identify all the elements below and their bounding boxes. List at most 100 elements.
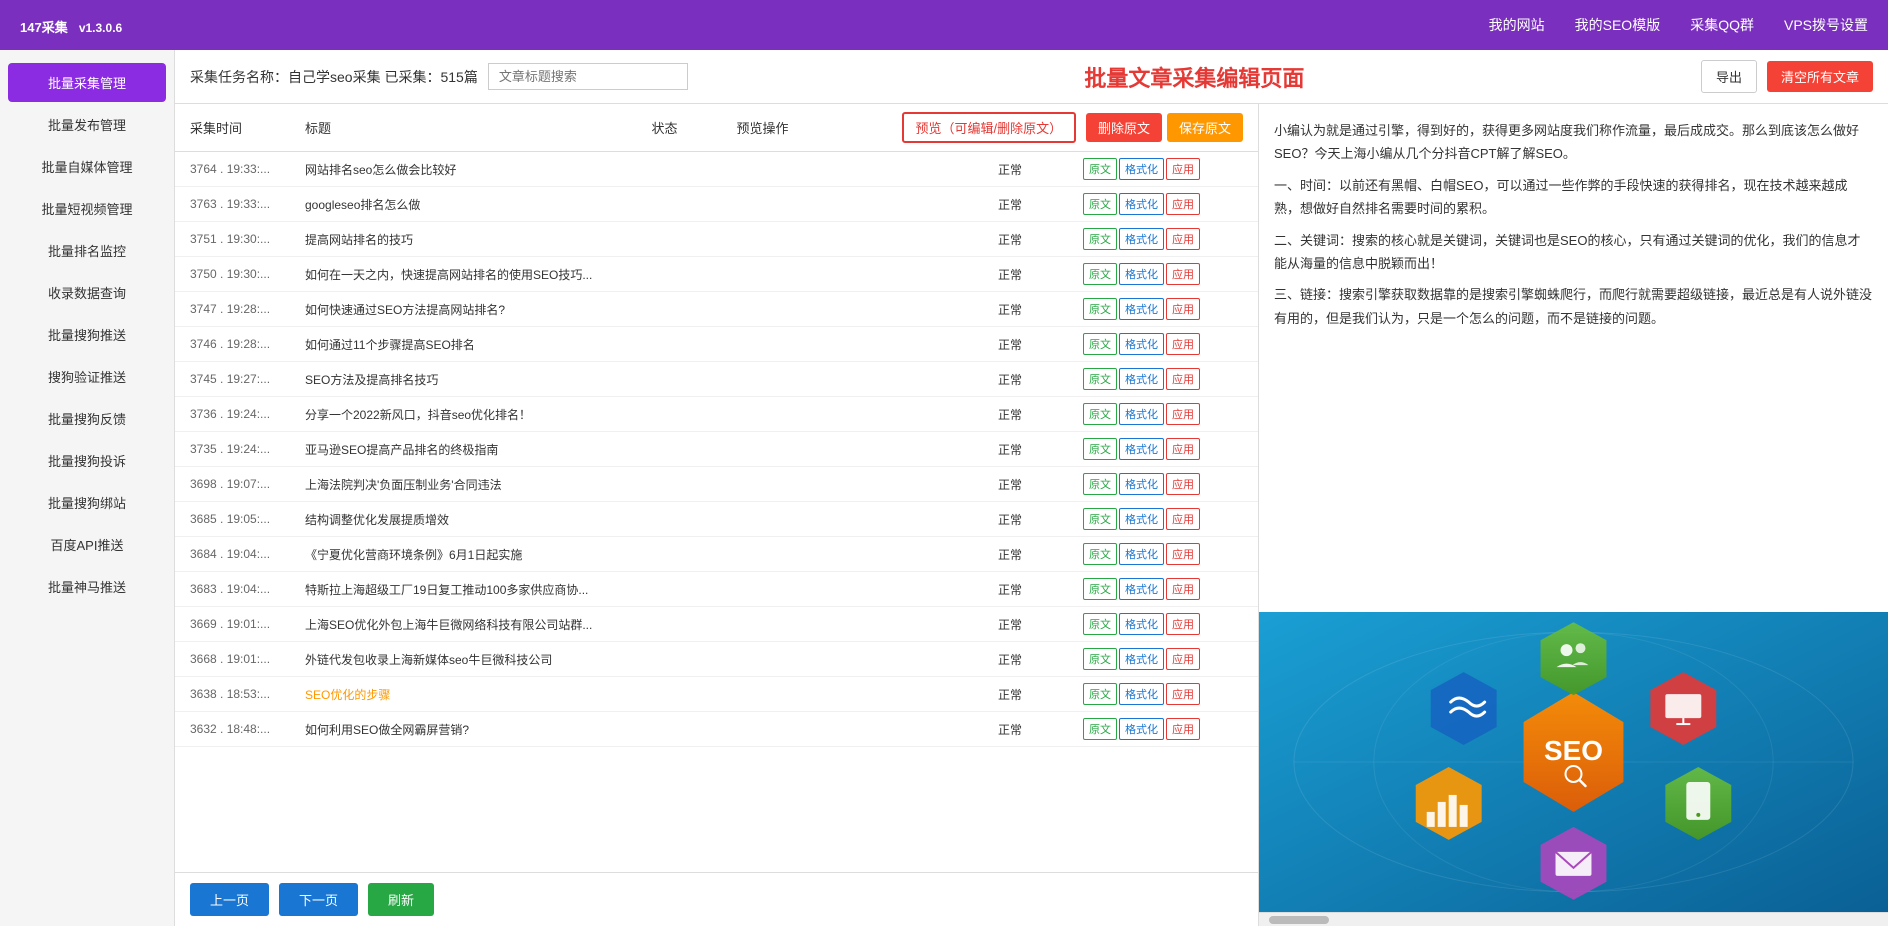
tag-ge-button[interactable]: 格式化: [1119, 403, 1164, 425]
tag-ge-button[interactable]: 格式化: [1119, 613, 1164, 635]
row-title: 《宁夏优化营商环境条例》6月1日起实施: [305, 546, 993, 563]
tag-ying-button[interactable]: 应用: [1166, 228, 1200, 250]
sidebar-item-rank-monitor[interactable]: 批量排名监控: [8, 231, 166, 270]
tag-yuan-button[interactable]: 原文: [1083, 718, 1117, 740]
delete-orig-button[interactable]: 删除原文: [1086, 113, 1162, 142]
sidebar-item-media-manage[interactable]: 批量自媒体管理: [8, 147, 166, 186]
nav-vps[interactable]: VPS拨号设置: [1784, 15, 1868, 35]
nav-qq[interactable]: 采集QQ群: [1690, 15, 1754, 35]
tag-yuan-button[interactable]: 原文: [1083, 228, 1117, 250]
row-status: 正常: [998, 616, 1078, 633]
row-action: 原文 格式化 应用: [1083, 298, 1243, 320]
sidebar-item-video-manage[interactable]: 批量短视频管理: [8, 189, 166, 228]
sidebar-item-sougou-feedback[interactable]: 批量搜狗反馈: [8, 399, 166, 438]
tag-ying-button[interactable]: 应用: [1166, 578, 1200, 600]
tag-ying-button[interactable]: 应用: [1166, 683, 1200, 705]
tag-yuan-button[interactable]: 原文: [1083, 508, 1117, 530]
preview-header-button[interactable]: 预览（可编辑/删除原文）: [902, 112, 1077, 143]
sidebar-item-collect-manage[interactable]: 批量采集管理: [8, 63, 166, 102]
clear-all-button[interactable]: 清空所有文章: [1767, 61, 1873, 92]
tag-ge-button[interactable]: 格式化: [1119, 508, 1164, 530]
tag-ying-button[interactable]: 应用: [1166, 473, 1200, 495]
tag-ge-button[interactable]: 格式化: [1119, 438, 1164, 460]
sidebar-item-sougou-push[interactable]: 批量搜狗推送: [8, 315, 166, 354]
row-time: 3684 . 19:04:...: [190, 547, 300, 561]
tag-yuan-button[interactable]: 原文: [1083, 648, 1117, 670]
next-page-button[interactable]: 下一页: [279, 883, 358, 916]
row-time: 3750 . 19:30:...: [190, 267, 300, 281]
save-orig-button[interactable]: 保存原文: [1167, 113, 1243, 142]
sidebar-item-sougou-complaint[interactable]: 批量搜狗投诉: [8, 441, 166, 480]
tag-ge-button[interactable]: 格式化: [1119, 473, 1164, 495]
search-input[interactable]: [488, 63, 688, 90]
tag-yuan-button[interactable]: 原文: [1083, 543, 1117, 565]
tag-ge-button[interactable]: 格式化: [1119, 718, 1164, 740]
tag-yuan-button[interactable]: 原文: [1083, 193, 1117, 215]
tag-ying-button[interactable]: 应用: [1166, 193, 1200, 215]
tag-ying-button[interactable]: 应用: [1166, 718, 1200, 740]
tag-ying-button[interactable]: 应用: [1166, 158, 1200, 180]
header: 147采集 v1.3.0.6 我的网站 我的SEO模版 采集QQ群 VPS拨号设…: [0, 0, 1888, 50]
tag-ge-button[interactable]: 格式化: [1119, 543, 1164, 565]
scrollbar-thumb[interactable]: [1269, 916, 1329, 924]
nav-mysite[interactable]: 我的网站: [1489, 15, 1545, 35]
tag-yuan-button[interactable]: 原文: [1083, 613, 1117, 635]
tag-yuan-button[interactable]: 原文: [1083, 473, 1117, 495]
tag-ge-button[interactable]: 格式化: [1119, 298, 1164, 320]
tag-ying-button[interactable]: 应用: [1166, 508, 1200, 530]
sidebar-item-sougou-bind[interactable]: 批量搜狗绑站: [8, 483, 166, 522]
tag-yuan-button[interactable]: 原文: [1083, 298, 1117, 320]
tag-ge-button[interactable]: 格式化: [1119, 368, 1164, 390]
row-time: 3668 . 19:01:...: [190, 652, 300, 666]
tag-yuan-button[interactable]: 原文: [1083, 578, 1117, 600]
sidebar-item-sougou-verify[interactable]: 搜狗验证推送: [8, 357, 166, 396]
tag-ying-button[interactable]: 应用: [1166, 438, 1200, 460]
tag-ying-button[interactable]: 应用: [1166, 368, 1200, 390]
topbar: 采集任务名称：自己学seo采集 已采集：515篇 批量文章采集编辑页面 导出 清…: [175, 50, 1888, 104]
tag-ying-button[interactable]: 应用: [1166, 648, 1200, 670]
row-title: 如何在一天之内，快速提高网站排名的使用SEO技巧...: [305, 266, 993, 283]
tag-ying-button[interactable]: 应用: [1166, 403, 1200, 425]
sidebar-item-publish-manage[interactable]: 批量发布管理: [8, 105, 166, 144]
preview-text-line: 三、链接：搜索引擎获取数据靠的是搜索引擎蜘蛛爬行，而爬行就需要超级链接，最近总是…: [1274, 283, 1873, 330]
row-status: 正常: [998, 511, 1078, 528]
tag-ge-button[interactable]: 格式化: [1119, 683, 1164, 705]
preview-content[interactable]: 小编认为就是通过引擎，得到好的，获得更多网站度我们称作流量，最后成成交。那么到底…: [1259, 104, 1888, 612]
tag-ying-button[interactable]: 应用: [1166, 263, 1200, 285]
tag-ge-button[interactable]: 格式化: [1119, 333, 1164, 355]
tag-yuan-button[interactable]: 原文: [1083, 438, 1117, 460]
row-status: 正常: [998, 721, 1078, 738]
tag-ge-button[interactable]: 格式化: [1119, 648, 1164, 670]
nav-seotemplate[interactable]: 我的SEO模版: [1575, 15, 1661, 35]
tag-ying-button[interactable]: 应用: [1166, 333, 1200, 355]
row-status: 正常: [998, 686, 1078, 703]
tag-ying-button[interactable]: 应用: [1166, 543, 1200, 565]
tag-ge-button[interactable]: 格式化: [1119, 193, 1164, 215]
sidebar-item-baidu-api[interactable]: 百度API推送: [8, 525, 166, 564]
export-button[interactable]: 导出: [1701, 60, 1757, 93]
sidebar-item-record-query[interactable]: 收录数据查询: [8, 273, 166, 312]
tag-yuan-button[interactable]: 原文: [1083, 683, 1117, 705]
row-title: 网站排名seo怎么做会比较好: [305, 161, 993, 178]
refresh-button[interactable]: 刷新: [368, 883, 434, 916]
row-title: SEO方法及提高排名技巧: [305, 371, 993, 388]
tag-yuan-button[interactable]: 原文: [1083, 368, 1117, 390]
tag-ge-button[interactable]: 格式化: [1119, 158, 1164, 180]
prev-page-button[interactable]: 上一页: [190, 883, 269, 916]
sidebar-item-shenma-push[interactable]: 批量神马推送: [8, 567, 166, 606]
preview-text-line: 小编认为就是通过引擎，得到好的，获得更多网站度我们称作流量，最后成成交。那么到底…: [1274, 119, 1873, 166]
tag-yuan-button[interactable]: 原文: [1083, 263, 1117, 285]
header-status: 状态: [652, 118, 732, 137]
row-status: 正常: [998, 196, 1078, 213]
row-title: 提高网站排名的技巧: [305, 231, 993, 248]
tag-ying-button[interactable]: 应用: [1166, 298, 1200, 320]
tag-ge-button[interactable]: 格式化: [1119, 263, 1164, 285]
preview-panel: 小编认为就是通过引擎，得到好的，获得更多网站度我们称作流量，最后成成交。那么到底…: [1258, 104, 1888, 926]
row-action: 原文 格式化 应用: [1083, 333, 1243, 355]
tag-yuan-button[interactable]: 原文: [1083, 403, 1117, 425]
tag-ying-button[interactable]: 应用: [1166, 613, 1200, 635]
tag-ge-button[interactable]: 格式化: [1119, 578, 1164, 600]
tag-yuan-button[interactable]: 原文: [1083, 333, 1117, 355]
tag-yuan-button[interactable]: 原文: [1083, 158, 1117, 180]
tag-ge-button[interactable]: 格式化: [1119, 228, 1164, 250]
